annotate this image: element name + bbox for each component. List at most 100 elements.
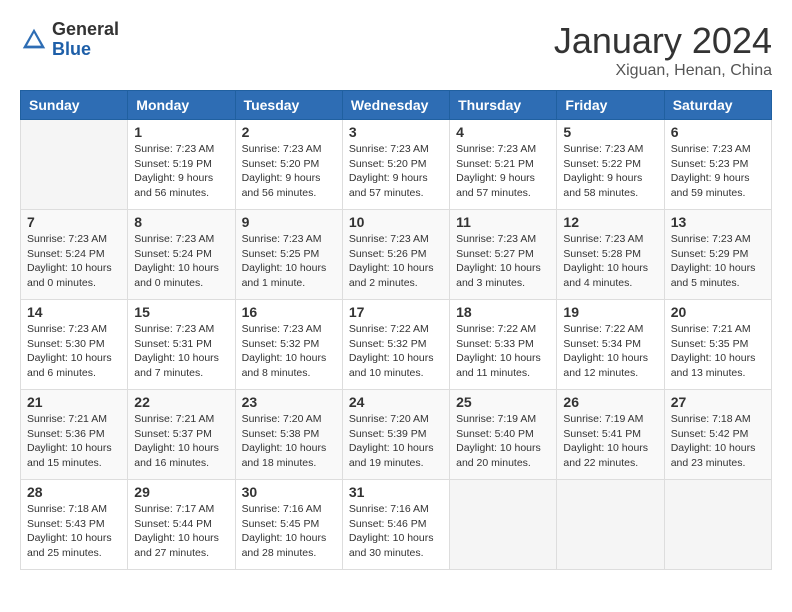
day-number: 13 (671, 214, 765, 230)
calendar-cell: 1 Sunrise: 7:23 AMSunset: 5:19 PMDaylight… (128, 120, 235, 210)
weekday-header-row: SundayMondayTuesdayWednesdayThursdayFrid… (21, 91, 772, 120)
calendar-week-row: 1 Sunrise: 7:23 AMSunset: 5:19 PMDaylight… (21, 120, 772, 210)
day-number: 10 (349, 214, 443, 230)
day-info: Sunrise: 7:23 AMSunset: 5:22 PMDaylight:… (563, 142, 657, 201)
calendar-cell: 29 Sunrise: 7:17 AMSunset: 5:44 PMDayligh… (128, 480, 235, 570)
day-info: Sunrise: 7:23 AMSunset: 5:30 PMDaylight:… (27, 322, 121, 381)
day-info: Sunrise: 7:22 AMSunset: 5:33 PMDaylight:… (456, 322, 550, 381)
calendar-table: SundayMondayTuesdayWednesdayThursdayFrid… (20, 90, 772, 570)
day-number: 18 (456, 304, 550, 320)
day-info: Sunrise: 7:19 AMSunset: 5:41 PMDaylight:… (563, 412, 657, 471)
calendar-week-row: 14 Sunrise: 7:23 AMSunset: 5:30 PMDayligh… (21, 300, 772, 390)
calendar-cell: 15Sunrise: 7:23 AMSunset: 5:31 PMDayligh… (128, 300, 235, 390)
logo-blue: Blue (52, 40, 119, 60)
logo-general: General (52, 20, 119, 40)
day-info: Sunrise: 7:19 AMSunset: 5:40 PMDaylight:… (456, 412, 550, 471)
calendar-cell: 23Sunrise: 7:20 AMSunset: 5:38 PMDayligh… (235, 390, 342, 480)
day-number: 7 (27, 214, 121, 230)
day-number: 3 (349, 124, 443, 140)
calendar-cell: 31Sunrise: 7:16 AMSunset: 5:46 PMDayligh… (342, 480, 449, 570)
day-number: 5 (563, 124, 657, 140)
calendar-cell: 20Sunrise: 7:21 AMSunset: 5:35 PMDayligh… (664, 300, 771, 390)
day-info: Sunrise: 7:23 AMSunset: 5:19 PMDaylight:… (134, 142, 228, 201)
day-info: Sunrise: 7:23 AMSunset: 5:23 PMDaylight:… (671, 142, 765, 201)
day-info: Sunrise: 7:16 AMSunset: 5:45 PMDaylight:… (242, 502, 336, 561)
day-number: 1 (134, 124, 228, 140)
day-info: Sunrise: 7:23 AMSunset: 5:31 PMDaylight:… (134, 322, 228, 381)
day-info: Sunrise: 7:17 AMSunset: 5:44 PMDaylight:… (134, 502, 228, 561)
calendar-cell (450, 480, 557, 570)
month-title: January 2024 (554, 20, 772, 62)
location: Xiguan, Henan, China (554, 62, 772, 80)
logo-icon (20, 26, 48, 54)
calendar-cell: 7 Sunrise: 7:23 AMSunset: 5:24 PMDaylight… (21, 210, 128, 300)
day-number: 26 (563, 394, 657, 410)
day-info: Sunrise: 7:23 AMSunset: 5:27 PMDaylight:… (456, 232, 550, 291)
calendar-cell: 21Sunrise: 7:21 AMSunset: 5:36 PMDayligh… (21, 390, 128, 480)
day-number: 28 (27, 484, 121, 500)
calendar-cell: 30 Sunrise: 7:16 AMSunset: 5:45 PMDayligh… (235, 480, 342, 570)
day-info: Sunrise: 7:23 AMSunset: 5:28 PMDaylight:… (563, 232, 657, 291)
day-info: Sunrise: 7:21 AMSunset: 5:36 PMDaylight:… (27, 412, 121, 471)
day-number: 20 (671, 304, 765, 320)
day-number: 14 (27, 304, 121, 320)
calendar-cell (664, 480, 771, 570)
day-number: 27 (671, 394, 765, 410)
calendar-cell: 5 Sunrise: 7:23 AMSunset: 5:22 PMDaylight… (557, 120, 664, 210)
page-header: General Blue January 2024 Xiguan, Henan,… (20, 20, 772, 80)
day-info: Sunrise: 7:18 AMSunset: 5:43 PMDaylight:… (27, 502, 121, 561)
calendar-week-row: 21Sunrise: 7:21 AMSunset: 5:36 PMDayligh… (21, 390, 772, 480)
day-info: Sunrise: 7:23 AMSunset: 5:24 PMDaylight:… (27, 232, 121, 291)
calendar-cell: 12 Sunrise: 7:23 AMSunset: 5:28 PMDayligh… (557, 210, 664, 300)
calendar-cell: 9 Sunrise: 7:23 AMSunset: 5:25 PMDaylight… (235, 210, 342, 300)
weekday-header-wednesday: Wednesday (342, 91, 449, 120)
day-info: Sunrise: 7:23 AMSunset: 5:21 PMDaylight:… (456, 142, 550, 201)
day-number: 30 (242, 484, 336, 500)
day-info: Sunrise: 7:23 AMSunset: 5:29 PMDaylight:… (671, 232, 765, 291)
weekday-header-sunday: Sunday (21, 91, 128, 120)
day-info: Sunrise: 7:23 AMSunset: 5:24 PMDaylight:… (134, 232, 228, 291)
calendar-cell: 27 Sunrise: 7:18 AMSunset: 5:42 PMDayligh… (664, 390, 771, 480)
title-block: January 2024 Xiguan, Henan, China (554, 20, 772, 80)
logo-text: General Blue (52, 20, 119, 60)
calendar-cell: 14 Sunrise: 7:23 AMSunset: 5:30 PMDayligh… (21, 300, 128, 390)
day-info: Sunrise: 7:22 AMSunset: 5:34 PMDaylight:… (563, 322, 657, 381)
day-info: Sunrise: 7:23 AMSunset: 5:25 PMDaylight:… (242, 232, 336, 291)
calendar-cell: 8 Sunrise: 7:23 AMSunset: 5:24 PMDaylight… (128, 210, 235, 300)
day-info: Sunrise: 7:21 AMSunset: 5:37 PMDaylight:… (134, 412, 228, 471)
calendar-cell: 16Sunrise: 7:23 AMSunset: 5:32 PMDayligh… (235, 300, 342, 390)
calendar-cell: 11 Sunrise: 7:23 AMSunset: 5:27 PMDayligh… (450, 210, 557, 300)
day-number: 29 (134, 484, 228, 500)
day-number: 25 (456, 394, 550, 410)
calendar-cell: 18 Sunrise: 7:22 AMSunset: 5:33 PMDayligh… (450, 300, 557, 390)
calendar-cell: 19 Sunrise: 7:22 AMSunset: 5:34 PMDayligh… (557, 300, 664, 390)
day-number: 11 (456, 214, 550, 230)
day-info: Sunrise: 7:23 AMSunset: 5:20 PMDaylight:… (349, 142, 443, 201)
calendar-week-row: 28 Sunrise: 7:18 AMSunset: 5:43 PMDayligh… (21, 480, 772, 570)
day-info: Sunrise: 7:23 AMSunset: 5:26 PMDaylight:… (349, 232, 443, 291)
calendar-cell: 26 Sunrise: 7:19 AMSunset: 5:41 PMDayligh… (557, 390, 664, 480)
calendar-cell: 17 Sunrise: 7:22 AMSunset: 5:32 PMDayligh… (342, 300, 449, 390)
calendar-week-row: 7 Sunrise: 7:23 AMSunset: 5:24 PMDaylight… (21, 210, 772, 300)
logo: General Blue (20, 20, 119, 60)
day-number: 9 (242, 214, 336, 230)
day-number: 31 (349, 484, 443, 500)
calendar-cell: 22Sunrise: 7:21 AMSunset: 5:37 PMDayligh… (128, 390, 235, 480)
day-number: 2 (242, 124, 336, 140)
calendar-cell: 2 Sunrise: 7:23 AMSunset: 5:20 PMDaylight… (235, 120, 342, 210)
day-info: Sunrise: 7:23 AMSunset: 5:32 PMDaylight:… (242, 322, 336, 381)
calendar-cell: 13 Sunrise: 7:23 AMSunset: 5:29 PMDayligh… (664, 210, 771, 300)
calendar-cell: 24Sunrise: 7:20 AMSunset: 5:39 PMDayligh… (342, 390, 449, 480)
day-number: 12 (563, 214, 657, 230)
day-number: 23 (242, 394, 336, 410)
day-info: Sunrise: 7:23 AMSunset: 5:20 PMDaylight:… (242, 142, 336, 201)
day-number: 8 (134, 214, 228, 230)
day-number: 6 (671, 124, 765, 140)
weekday-header-tuesday: Tuesday (235, 91, 342, 120)
calendar-cell: 28 Sunrise: 7:18 AMSunset: 5:43 PMDayligh… (21, 480, 128, 570)
day-info: Sunrise: 7:22 AMSunset: 5:32 PMDaylight:… (349, 322, 443, 381)
day-info: Sunrise: 7:18 AMSunset: 5:42 PMDaylight:… (671, 412, 765, 471)
day-number: 17 (349, 304, 443, 320)
day-number: 19 (563, 304, 657, 320)
calendar-cell: 4Sunrise: 7:23 AMSunset: 5:21 PMDaylight… (450, 120, 557, 210)
